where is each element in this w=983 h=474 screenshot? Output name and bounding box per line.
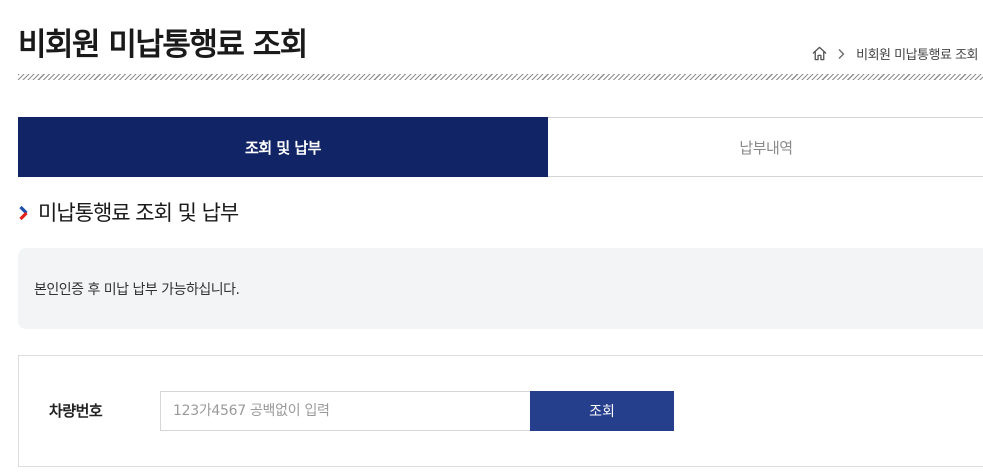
tab-payment-history[interactable]: 납부내역 <box>548 117 983 177</box>
section-heading: 미납통행료 조회 및 납부 <box>18 198 239 228</box>
notice-box: 본인인증 후 미납 납부 가능하십니다. <box>18 248 983 329</box>
search-form: 차량번호 조회 <box>18 355 983 467</box>
chevron-right-icon <box>19 205 28 221</box>
tab-inquiry-payment[interactable]: 조회 및 납부 <box>18 117 548 177</box>
title-divider <box>18 74 983 80</box>
plate-number-label: 차량번호 <box>49 402 103 420</box>
chevron-right-icon <box>838 48 845 59</box>
page: 비회원 미납통행료 조회 비회원 미납통행료 조회 조회 및 납부 납부내역 미… <box>0 0 983 474</box>
page-title: 비회원 미납통행료 조회 <box>18 27 308 63</box>
section-title: 미납통행료 조회 및 납부 <box>38 201 239 225</box>
tab-bar: 조회 및 납부 납부내역 <box>18 117 983 177</box>
search-button[interactable]: 조회 <box>530 391 674 431</box>
breadcrumb: 비회원 미납통행료 조회 <box>811 44 978 63</box>
home-icon[interactable] <box>811 45 828 62</box>
plate-number-input[interactable] <box>160 391 530 431</box>
notice-text: 본인인증 후 미납 납부 가능하십니다. <box>34 281 240 298</box>
breadcrumb-current[interactable]: 비회원 미납통행료 조회 <box>856 44 978 63</box>
